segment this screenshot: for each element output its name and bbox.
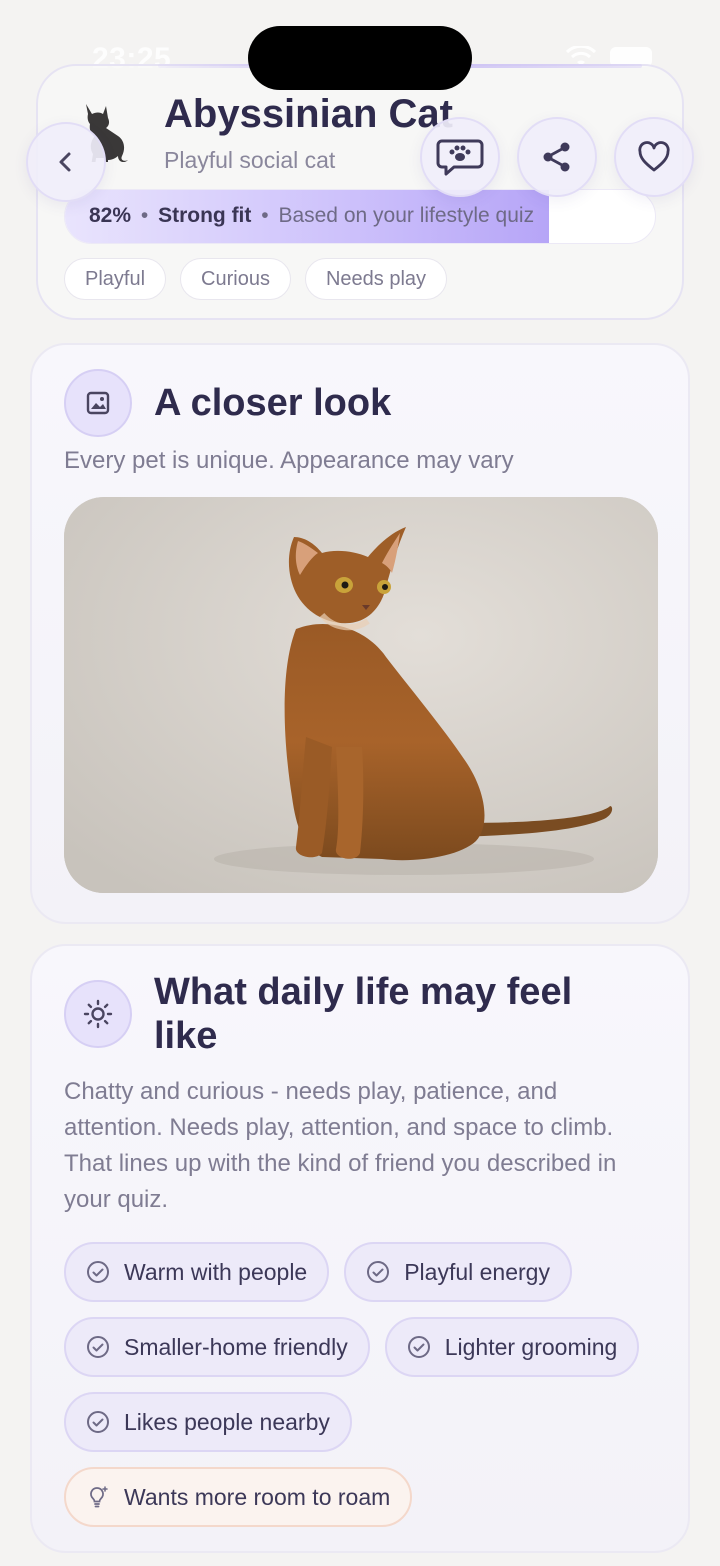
check-circle-icon [407,1336,430,1358]
trait-chip: Smaller-home friendly [64,1317,370,1377]
fit-percent: 82% [89,204,132,227]
consideration-chip: Wants more room to roam [64,1467,413,1527]
chat-button[interactable] [420,117,500,197]
cat-photo-illustration [64,497,658,893]
trait-chip: Warm with people [64,1242,330,1302]
check-circle-icon [87,1261,109,1283]
dynamic-island [248,26,472,90]
daily-life-description: Chatty and curious - needs play, patienc… [64,1078,617,1213]
fit-note: Based on your lifestyle quiz [278,204,535,227]
check-circle-icon [87,1336,109,1358]
fit-separator: • [140,204,149,227]
trait-chip-label: Warm with people [124,1258,308,1285]
consideration-chip-label: Wants more room to roam [124,1483,391,1510]
check-circle-icon [367,1261,390,1283]
trait-chips: Warm with people Playful energy Smaller-… [64,1242,664,1527]
trait-chip-label: Lighter grooming [444,1333,618,1360]
closer-look-icon-badge [64,369,132,437]
breed-subtitle: Playful social cat [164,147,336,173]
trait-tags: Playful Curious Needs play [64,258,448,300]
fit-separator: • [261,204,269,227]
closer-look-title: A closer look [154,382,392,424]
trait-tag: Playful [64,258,167,300]
trait-chip: Lighter grooming [384,1317,640,1377]
trait-chip: Likes people nearby [64,1392,352,1452]
daily-life-title: What daily life may feel like [154,971,573,1057]
daily-life-icon-badge [64,980,132,1048]
closer-look-subtitle: Every pet is unique. Appearance may vary [64,447,514,474]
lightbulb-icon [90,1486,108,1508]
trait-tag: Needs play [304,258,448,300]
check-circle-icon [87,1411,109,1433]
trait-chip: Playful energy [344,1242,572,1302]
closer-look-card: A closer look Every pet is unique. Appea… [30,343,690,924]
fit-label: Strong fit [158,204,252,227]
share-button[interactable] [517,117,597,197]
trait-chip-label: Likes people nearby [124,1408,330,1435]
paw-chat-icon [436,139,484,176]
back-button[interactable] [26,122,106,202]
heart-icon [638,141,670,172]
back-icon [59,152,71,172]
sun-icon [83,999,113,1029]
image-icon [86,391,110,415]
daily-life-card: What daily life may feel like Chatty and… [30,944,690,1553]
breed-photo [64,497,658,893]
fit-score-text: 82% • Strong fit • Based on your lifesty… [89,204,534,228]
fit-score-bar: 82% • Strong fit • Based on your lifesty… [64,189,656,244]
favorite-button[interactable] [614,117,694,197]
trait-chip-label: Smaller-home friendly [124,1333,348,1360]
share-icon [543,142,570,172]
breed-title: Abyssinian Cat [164,92,453,136]
trait-tag: Curious [180,258,291,300]
trait-chip-label: Playful energy [404,1258,550,1285]
